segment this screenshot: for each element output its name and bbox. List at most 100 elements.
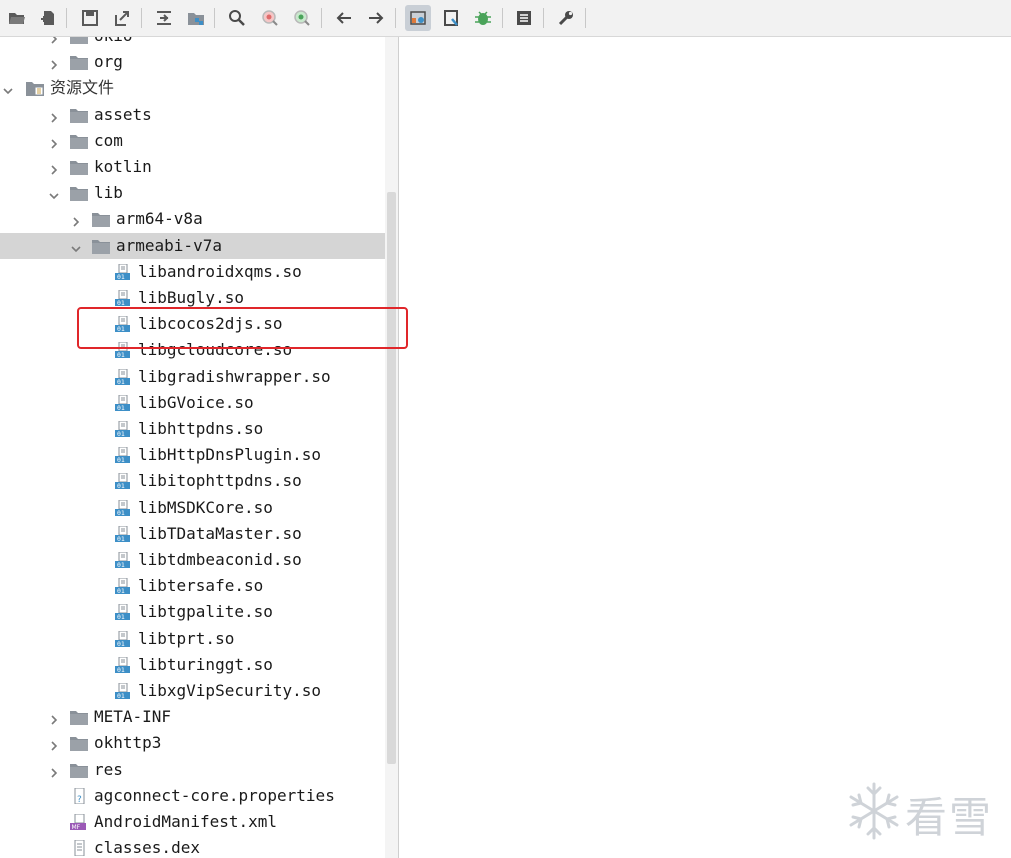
tree-item-label: assets bbox=[94, 104, 152, 124]
tree-folder-row[interactable]: armeabi-v7a bbox=[0, 232, 385, 259]
sync-tree-button[interactable] bbox=[151, 5, 177, 31]
add-files-button[interactable] bbox=[36, 5, 62, 31]
binary-file-icon: 01 bbox=[114, 499, 132, 517]
preferences-button[interactable] bbox=[553, 5, 579, 31]
debug-button[interactable] bbox=[470, 5, 496, 31]
tree-item-label: okio bbox=[94, 37, 133, 46]
bug-icon bbox=[475, 11, 491, 25]
chevron-right-icon[interactable] bbox=[48, 161, 60, 175]
tree-item-label: arm64-v8a bbox=[116, 209, 203, 229]
find-usage-icon bbox=[294, 10, 310, 26]
tree-file-row[interactable]: 01 libandroidxqms.so bbox=[0, 259, 385, 285]
tree-folder-row[interactable]: assets bbox=[0, 102, 385, 128]
chevron-right-icon[interactable] bbox=[48, 109, 60, 123]
tree-folder-row[interactable]: lib bbox=[0, 180, 385, 206]
tree-file-row[interactable]: 01 libtersafe.so bbox=[0, 573, 385, 599]
svg-text:01: 01 bbox=[117, 378, 125, 385]
folder-icon bbox=[70, 762, 88, 778]
tree-file-row[interactable]: 01 libTDataMaster.so bbox=[0, 521, 385, 547]
tree-file-row[interactable]: 01 libMSDKCore.so bbox=[0, 495, 385, 521]
tree-file-row[interactable]: 01 libxgVipSecurity.so bbox=[0, 678, 385, 704]
tree-file-row[interactable]: 01 libGVoice.so bbox=[0, 390, 385, 416]
tree-item-label: libtgpalite.so bbox=[138, 602, 273, 622]
tree-folder-row[interactable]: kotlin bbox=[0, 154, 385, 180]
folder-icon bbox=[92, 238, 110, 254]
save-icon bbox=[82, 10, 98, 26]
search-button[interactable] bbox=[224, 5, 250, 31]
sync-icon bbox=[157, 11, 171, 25]
find-usage-button[interactable] bbox=[289, 5, 315, 31]
svg-text:01: 01 bbox=[117, 587, 125, 594]
deobfuscation-toggle[interactable] bbox=[405, 5, 431, 31]
binary-file-icon: 01 bbox=[114, 368, 132, 386]
highlight-annotation bbox=[77, 307, 408, 349]
svg-text:01: 01 bbox=[117, 404, 125, 411]
tree-file-row[interactable]: classes.dex bbox=[0, 835, 385, 858]
chevron-right-icon[interactable] bbox=[48, 56, 60, 70]
tree-item-label: libTDataMaster.so bbox=[138, 523, 302, 543]
chevron-down-icon[interactable] bbox=[70, 240, 82, 252]
export-button[interactable] bbox=[109, 5, 135, 31]
tree-item-label: libxgVipSecurity.so bbox=[138, 681, 322, 700]
tree-folder-row[interactable]: org bbox=[0, 49, 385, 75]
log-icon bbox=[517, 11, 531, 25]
dex-file-icon bbox=[70, 839, 88, 857]
svg-text:01: 01 bbox=[117, 640, 125, 647]
tree-file-row[interactable]: 01 libtgpalite.so bbox=[0, 599, 385, 625]
svg-text:MF: MF bbox=[72, 824, 81, 830]
log-button[interactable] bbox=[511, 5, 537, 31]
wrench-icon bbox=[558, 11, 573, 26]
forward-button[interactable] bbox=[363, 5, 389, 31]
tree-file-row[interactable]: 01 libtdmbeaconid.so bbox=[0, 547, 385, 573]
tree-item-label: lib bbox=[94, 183, 123, 203]
chevron-right-icon[interactable] bbox=[48, 135, 60, 149]
tree-file-row[interactable]: 01 libturinggt.so bbox=[0, 652, 385, 678]
back-button[interactable] bbox=[331, 5, 357, 31]
tree-file-row[interactable]: 01 libitophttpdns.so bbox=[0, 468, 385, 494]
binary-file-icon: 01 bbox=[114, 420, 132, 438]
chevron-right-icon[interactable] bbox=[48, 737, 60, 751]
tree-file-row[interactable]: 01 libgradishwrapper.so bbox=[0, 364, 385, 390]
open-file-button[interactable] bbox=[4, 5, 30, 31]
flatten-packages-button[interactable] bbox=[183, 5, 209, 31]
tree-file-row[interactable]: 01 libtprt.so bbox=[0, 626, 385, 652]
tree-scrollbar-thumb[interactable] bbox=[387, 192, 396, 764]
toolbar-separator bbox=[543, 8, 544, 28]
svg-text:01: 01 bbox=[117, 456, 125, 463]
svg-text:01: 01 bbox=[117, 692, 125, 699]
tree-file-row[interactable]: 01 libhttpdns.so bbox=[0, 416, 385, 442]
tree-file-row[interactable]: MF AndroidManifest.xml bbox=[0, 809, 385, 835]
tree-item-label: libMSDKCore.so bbox=[138, 497, 273, 517]
folder-icon bbox=[70, 133, 88, 149]
tree-folder-row[interactable]: res bbox=[0, 757, 385, 783]
quick-view-button[interactable] bbox=[438, 5, 464, 31]
chevron-down-icon[interactable] bbox=[48, 187, 60, 200]
chevron-right-icon[interactable] bbox=[48, 764, 60, 778]
code-view-area bbox=[399, 37, 1011, 858]
tree-folder-row[interactable]: 资源文件 bbox=[0, 75, 385, 101]
tree-item-label: libtdmbeaconid.so bbox=[138, 550, 302, 569]
arrow-right-icon bbox=[369, 12, 384, 24]
folder-icon bbox=[92, 211, 110, 228]
file-tree[interactable]: okio org 资源文件 assets com kotlin lib arm64-v8a ar… bbox=[0, 37, 385, 858]
manifest-file-icon: MF bbox=[70, 813, 88, 831]
tree-folder-row[interactable]: okhttp3 bbox=[0, 730, 385, 756]
resources-folder-icon bbox=[26, 80, 44, 97]
tree-item-label: libGVoice.so bbox=[138, 392, 254, 412]
main-toolbar bbox=[0, 0, 1011, 37]
tree-folder-row[interactable]: okio bbox=[0, 37, 385, 49]
chevron-down-icon[interactable] bbox=[2, 82, 14, 95]
tree-file-row[interactable]: ? agconnect-core.properties bbox=[0, 783, 385, 809]
binary-file-icon: 01 bbox=[114, 656, 132, 674]
toolbar-separator bbox=[66, 8, 67, 28]
tree-file-row[interactable]: 01 libHttpDnsPlugin.so bbox=[0, 442, 385, 468]
tree-item-label: libhttpdns.so bbox=[138, 419, 264, 438]
chevron-right-icon[interactable] bbox=[48, 711, 60, 725]
chevron-right-icon[interactable] bbox=[70, 213, 82, 227]
tree-folder-row[interactable]: com bbox=[0, 128, 385, 154]
save-all-button[interactable] bbox=[77, 5, 103, 31]
chevron-right-icon[interactable] bbox=[48, 37, 60, 44]
tree-folder-row[interactable]: META-INF bbox=[0, 704, 385, 730]
tree-folder-row[interactable]: arm64-v8a bbox=[0, 206, 385, 232]
find-class-button[interactable] bbox=[257, 5, 283, 31]
